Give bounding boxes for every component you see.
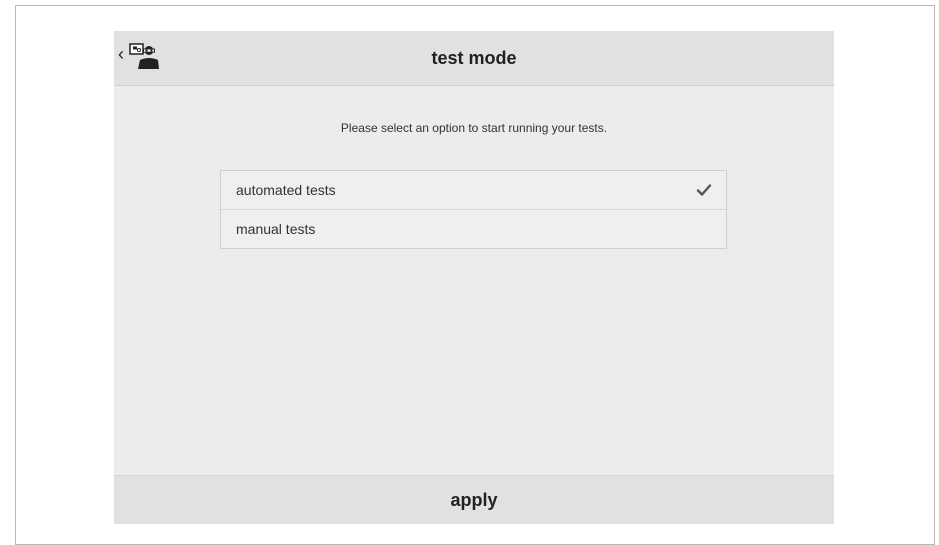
- checkmark-icon: [696, 184, 712, 196]
- option-automated-tests[interactable]: automated tests: [221, 171, 726, 209]
- header-bar: ‹ test mode: [114, 31, 834, 86]
- test-mode-options: automated tests manual tests: [220, 170, 727, 249]
- instruction-text: Please select an option to start running…: [340, 121, 608, 135]
- apply-button[interactable]: apply: [114, 475, 834, 524]
- page-title: test mode: [431, 48, 517, 68]
- option-label: automated tests: [236, 182, 336, 198]
- option-manual-tests[interactable]: manual tests: [221, 209, 726, 248]
- app-screen: ‹ test mode Please select an option to s…: [114, 31, 834, 524]
- option-label: manual tests: [236, 221, 316, 237]
